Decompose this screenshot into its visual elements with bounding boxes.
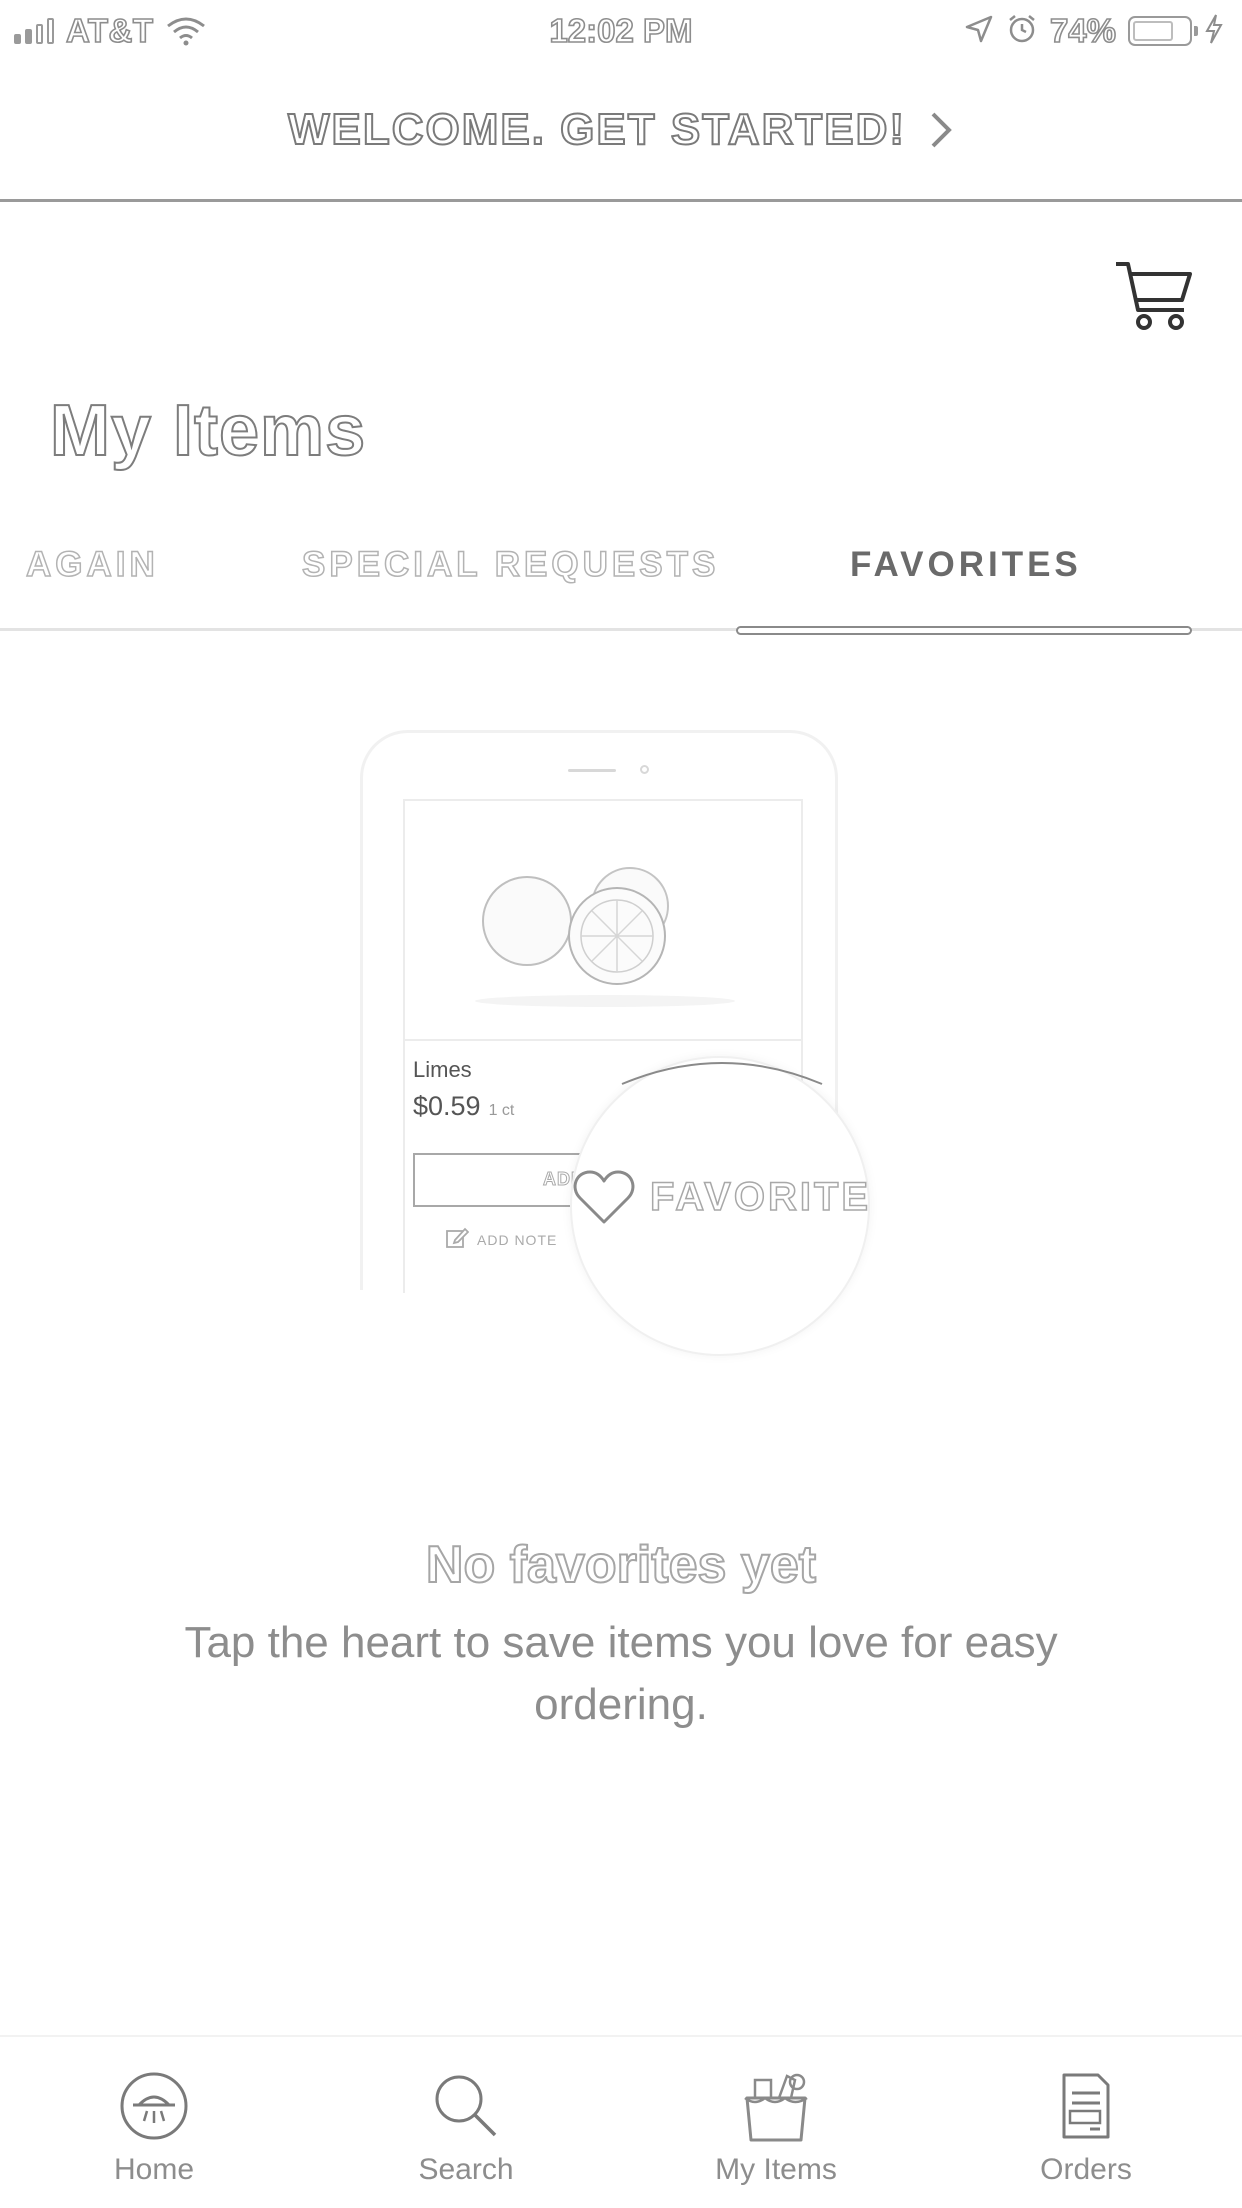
- my-items-icon: [666, 2067, 886, 2145]
- page-title: My Items: [49, 390, 367, 472]
- add-note-label: ADD NOTE: [477, 1231, 558, 1248]
- status-right: 74%: [964, 11, 1224, 50]
- search-icon: [356, 2067, 576, 2145]
- tab-favorites[interactable]: FAVORITES: [850, 545, 1082, 585]
- favorite-zoom-circle: FAVORITE: [570, 1056, 870, 1356]
- alarm-icon: [1006, 13, 1038, 50]
- charging-icon: [1204, 13, 1224, 50]
- heart-icon: [572, 1168, 636, 1226]
- empty-state-title: No favorites yet: [425, 1535, 817, 1595]
- empty-state-description: Tap the heart to save items you love for…: [184, 1618, 1058, 1729]
- nav-home[interactable]: Home: [44, 2067, 264, 2187]
- nav-orders[interactable]: Orders: [976, 2067, 1196, 2187]
- nav-orders-label: Orders: [1040, 2153, 1132, 2186]
- add-note: ADD NOTE: [445, 1226, 557, 1253]
- favorites-illustration: Limes $0.59 1 ct ADD ADD NOTE FAVORITE: [360, 730, 880, 1370]
- favorite-callout: FAVORITE: [572, 1168, 882, 1226]
- nav-search-label: Search: [418, 2153, 514, 2186]
- welcome-banner[interactable]: WELCOME. GET STARTED!: [0, 80, 1242, 180]
- nav-my-items[interactable]: My Items: [666, 2067, 886, 2187]
- location-icon: [964, 14, 994, 49]
- price-unit: 1 ct: [488, 1102, 515, 1119]
- tab-active-indicator: [736, 626, 1192, 635]
- battery-icon: [1128, 16, 1198, 46]
- price-value: $0.59: [413, 1091, 481, 1121]
- tab-bar: AGAIN SPECIAL REQUESTS FAVORITES: [0, 535, 1242, 635]
- battery-percent: 74%: [1049, 11, 1117, 50]
- bottom-navigation: Home Search My Items Orders: [0, 2035, 1242, 2208]
- welcome-banner-text: WELCOME. GET STARTED!: [287, 104, 907, 155]
- product-price: $0.59 1 ct: [413, 1091, 514, 1122]
- home-icon: [44, 2067, 264, 2145]
- cart-icon[interactable]: [1114, 258, 1194, 334]
- chevron-right-icon: [928, 110, 954, 150]
- add-button: ADD: [413, 1153, 593, 1207]
- nav-my-items-label: My Items: [715, 2153, 837, 2186]
- tab-special-requests[interactable]: SPECIAL REQUESTS: [301, 544, 719, 585]
- banner-divider: [0, 199, 1242, 202]
- status-bar: AT&T 12:02 PM 74%: [0, 0, 1242, 62]
- nav-search[interactable]: Search: [356, 2067, 576, 2187]
- phone-camera: [640, 765, 649, 774]
- pencil-icon: [445, 1226, 470, 1253]
- favorite-label: FAVORITE: [649, 1174, 872, 1220]
- orders-icon: [976, 2067, 1196, 2145]
- limes-image: [405, 801, 801, 1041]
- product-name: Limes: [413, 1057, 472, 1082]
- tab-again[interactable]: AGAIN: [25, 544, 159, 585]
- nav-home-label: Home: [113, 2153, 195, 2186]
- phone-speaker: [568, 769, 616, 772]
